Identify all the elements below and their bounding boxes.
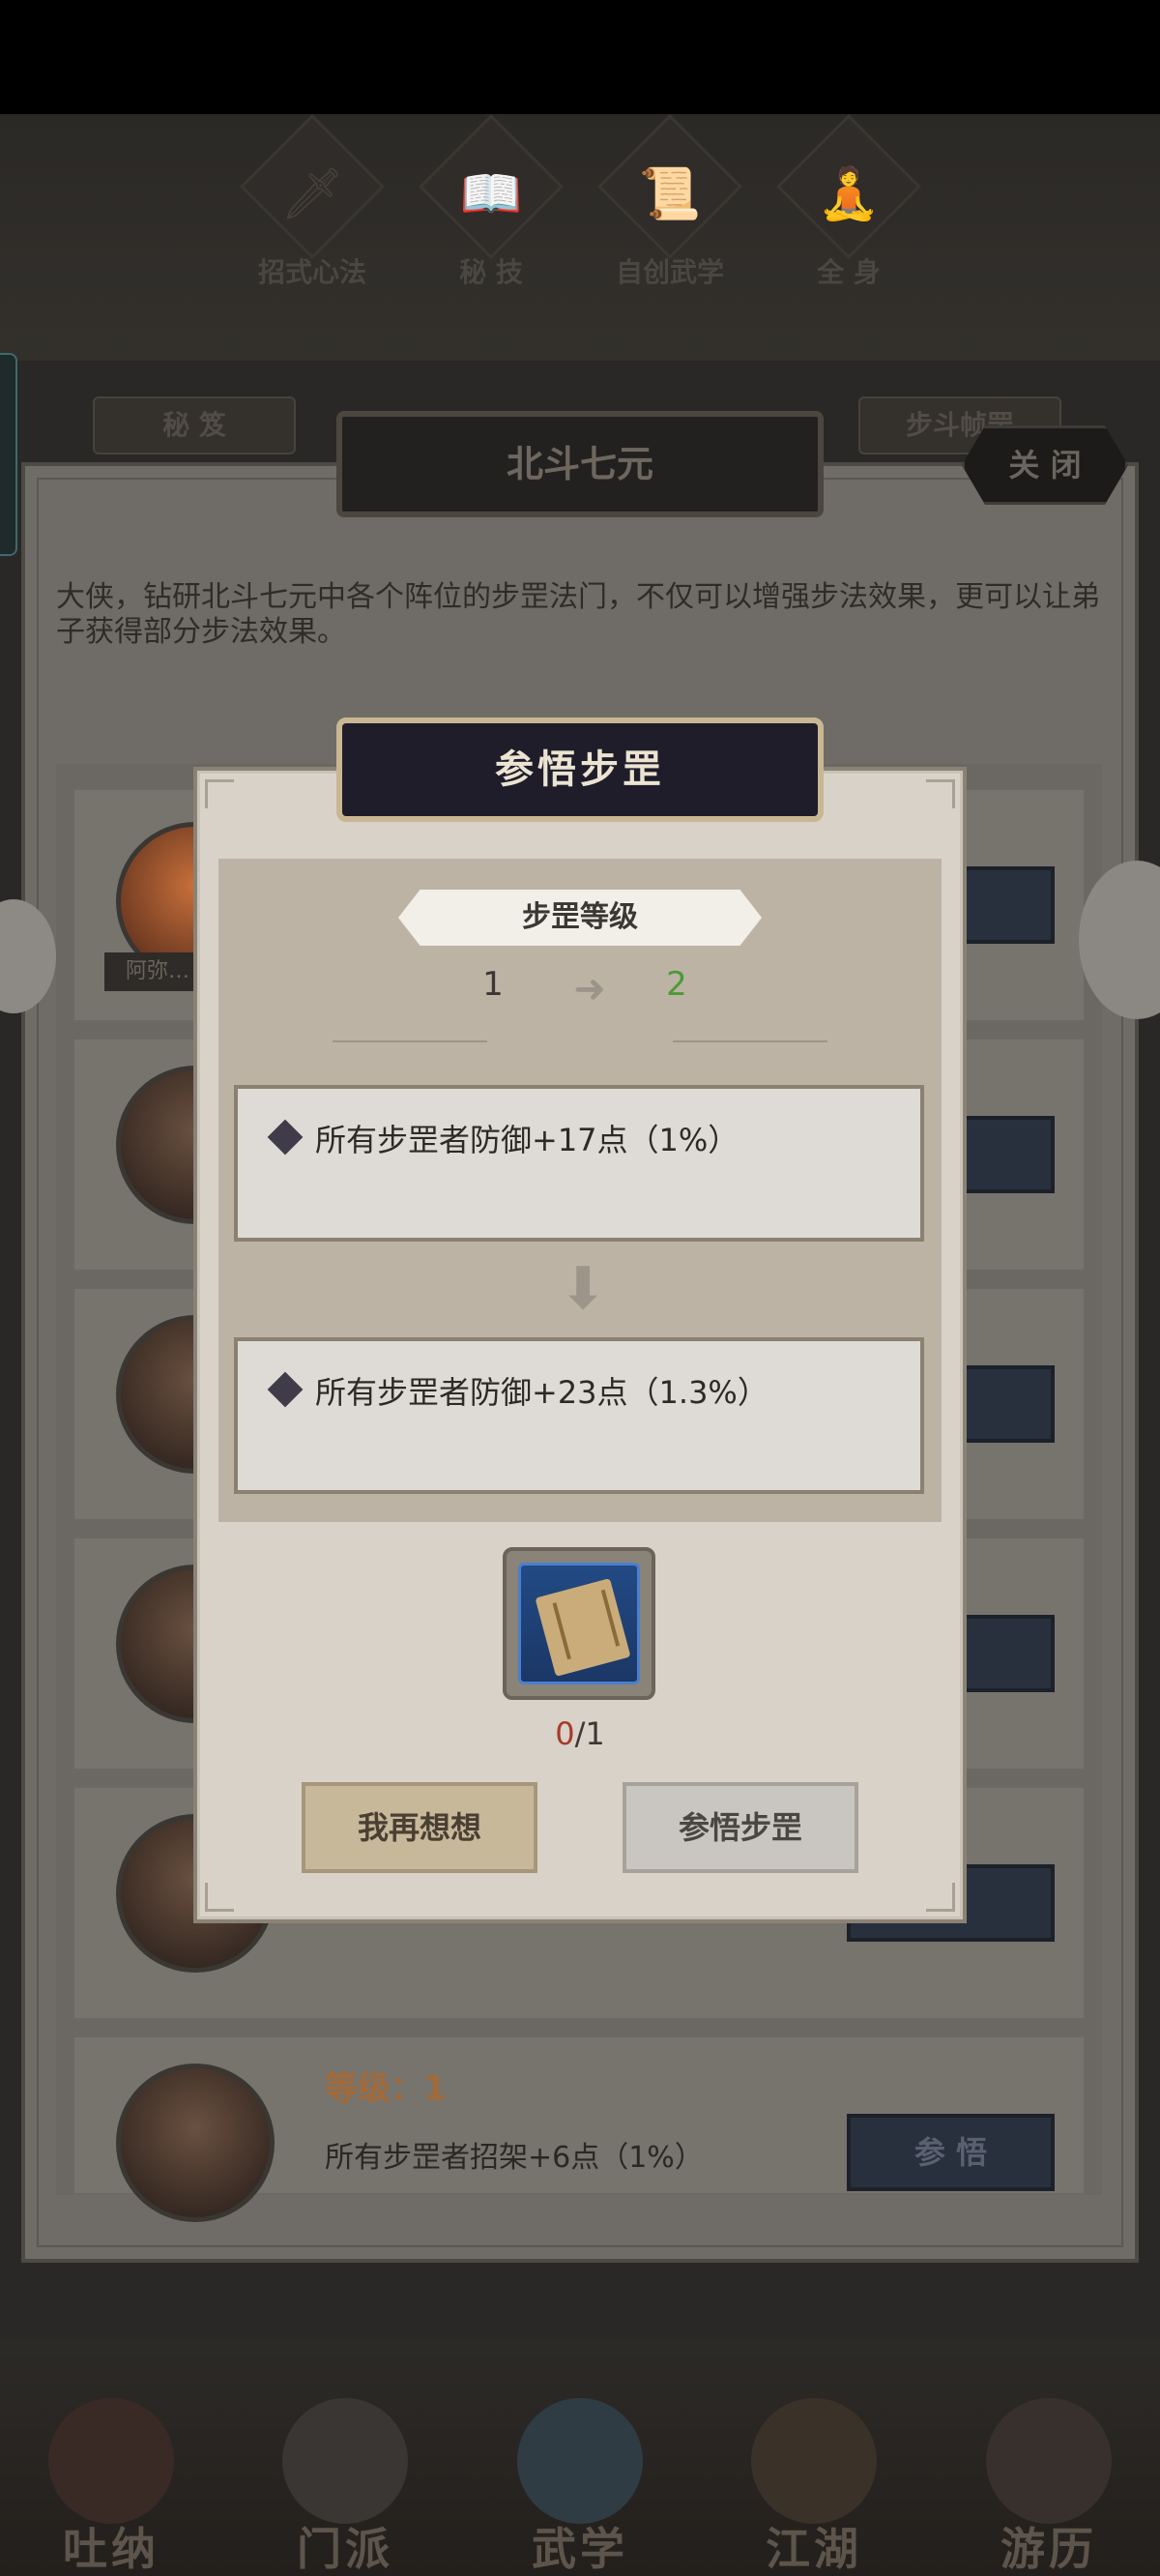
nav-label: 秘 技 xyxy=(459,256,523,288)
item-count-need: /1 xyxy=(574,1715,605,1752)
corner-ornament xyxy=(205,779,234,808)
nav-item-body[interactable]: 🧘 全 身 xyxy=(776,114,921,288)
dialog-title: 参悟步罡 xyxy=(336,717,824,822)
corner-ornament xyxy=(926,779,955,808)
divider xyxy=(673,1040,827,1042)
travel-icon xyxy=(986,2398,1112,2524)
close-button[interactable]: 关 闭 xyxy=(962,425,1128,505)
avatar xyxy=(116,2064,275,2222)
sword-icon: 🗡 xyxy=(279,165,344,223)
confirm-button[interactable]: 参悟步罡 xyxy=(623,1782,858,1873)
bottom-nav-breathing[interactable]: 吐纳 xyxy=(29,2398,193,2575)
sect-icon xyxy=(282,2398,408,2524)
status-bar xyxy=(0,0,1160,114)
meditation-icon: 🧘 xyxy=(817,165,881,223)
bottom-nav-label: 江湖 xyxy=(766,2523,862,2575)
martial-icon xyxy=(517,2398,643,2524)
next-effect-text: 所有步罡者防御+23点（1.3%） xyxy=(315,1374,768,1411)
side-handle[interactable] xyxy=(0,353,17,556)
level-to: 2 xyxy=(666,965,687,1004)
breathing-icon xyxy=(48,2398,174,2524)
nav-item-custom[interactable]: 📜 自创武学 xyxy=(597,114,742,288)
nav-item-moves[interactable]: 🗡 招式心法 xyxy=(240,114,385,288)
bottom-nav-label: 门派 xyxy=(297,2523,393,2575)
nav-label: 自创武学 xyxy=(615,256,724,288)
next-effect-box xyxy=(234,1337,924,1494)
level-from: 1 xyxy=(482,965,504,1004)
arrow-right-icon: ➜ xyxy=(573,967,606,1011)
current-effect-box xyxy=(234,1085,924,1242)
item-count-have: 0 xyxy=(555,1715,575,1752)
bottom-nav-label: 吐纳 xyxy=(63,2523,160,2575)
book-icon: 📖 xyxy=(459,165,523,223)
step-manual-icon xyxy=(535,1578,631,1677)
panel-title: 北斗七元 xyxy=(336,411,824,517)
bottom-nav-travel[interactable]: 游历 xyxy=(967,2398,1131,2575)
top-nav xyxy=(0,114,1160,361)
bottom-nav-martial[interactable]: 武学 xyxy=(498,2398,662,2575)
level-label: 步罡等级 xyxy=(398,890,762,946)
arrow-down-icon: ⬇ xyxy=(559,1255,608,1323)
bottom-nav-sect[interactable]: 门派 xyxy=(263,2398,427,2575)
current-effect-text: 所有步罡者防御+17点（1%） xyxy=(315,1122,740,1158)
tab-secret[interactable]: 秘 笈 xyxy=(93,396,296,454)
nav-label: 全 身 xyxy=(817,256,881,288)
row-comprehend-button[interactable]: 参 悟 xyxy=(847,2114,1055,2191)
jianghu-icon xyxy=(751,2398,877,2524)
nav-label: 招式心法 xyxy=(257,256,366,288)
panel-intro: 大侠，钻研北斗七元中各个阵位的步罡法门，不仅可以增强步法效果，更可以让弟子获得部… xyxy=(56,580,1100,649)
item-frame xyxy=(518,1563,640,1684)
bottom-nav-label: 武学 xyxy=(532,2523,628,2575)
corner-ornament xyxy=(926,1883,955,1912)
scroll-icon: 📜 xyxy=(638,165,702,223)
divider xyxy=(333,1040,487,1042)
cancel-button[interactable]: 我再想想 xyxy=(302,1782,537,1873)
row-effect: 所有步罡者招架+6点（1%） xyxy=(325,2141,704,2175)
nav-item-secret[interactable]: 📖 秘 技 xyxy=(419,114,564,288)
bottom-nav-label: 游历 xyxy=(1000,2523,1097,2575)
bottom-nav-jianghu[interactable]: 江湖 xyxy=(732,2398,896,2575)
required-item-slot[interactable] xyxy=(503,1547,655,1700)
item-count: 0/1 xyxy=(541,1715,619,1752)
corner-ornament xyxy=(205,1883,234,1912)
row-level: 等级：1 xyxy=(325,2069,447,2108)
